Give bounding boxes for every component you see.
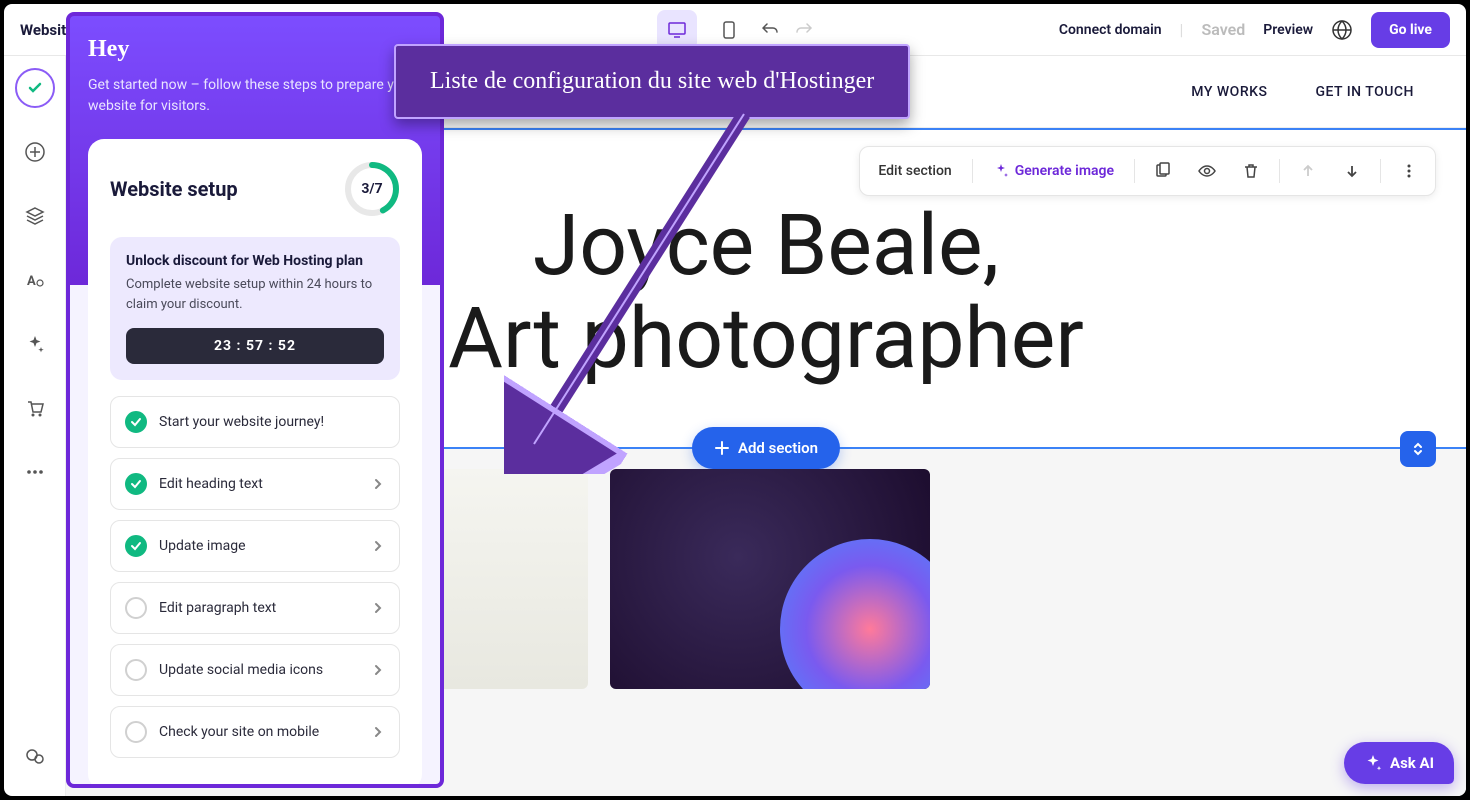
generate-image-button[interactable]: Generate image	[985, 157, 1122, 185]
annotation-callout: Liste de configuration du site web d'Hos…	[394, 44, 910, 119]
task-item-2[interactable]: Update image	[110, 520, 400, 572]
discount-subtitle: Complete website setup within 24 hours t…	[126, 275, 384, 314]
add-section-button[interactable]: Add section	[692, 427, 840, 469]
sidebar-ai-icon[interactable]	[15, 324, 55, 364]
setup-title: Website setup	[110, 177, 238, 201]
task-label: Edit heading text	[159, 476, 359, 492]
preview-button[interactable]: Preview	[1263, 22, 1313, 38]
task-item-3[interactable]: Edit paragraph text	[110, 582, 400, 634]
mobile-icon	[720, 20, 738, 40]
chevron-right-icon	[371, 725, 385, 739]
gallery-image-3[interactable]	[610, 469, 930, 689]
connect-domain-button[interactable]: Connect domain	[1059, 22, 1162, 38]
task-item-4[interactable]: Update social media icons	[110, 644, 400, 696]
task-label: Start your website journey!	[159, 414, 385, 430]
setup-panel: Hey Get started now – follow these steps…	[66, 12, 444, 788]
setup-card: Website setup 3/7 Unlock discount for We…	[88, 139, 422, 788]
discount-box: Unlock discount for Web Hosting plan Com…	[110, 237, 400, 380]
sidebar-more-icon[interactable]	[15, 452, 55, 492]
svg-text:A: A	[27, 274, 36, 289]
section-toolbar: Edit section Generate image	[859, 146, 1436, 196]
nav-my-works[interactable]: MY WORKS	[1191, 84, 1267, 100]
check-empty-icon	[125, 597, 147, 619]
task-item-1[interactable]: Edit heading text	[110, 458, 400, 510]
sidebar-style-icon[interactable]: A	[15, 260, 55, 300]
plus-icon	[714, 440, 730, 456]
sidebar-setup-icon[interactable]	[15, 68, 55, 108]
chevron-right-icon	[371, 539, 385, 553]
resize-icon	[1410, 441, 1426, 457]
chevron-right-icon	[371, 663, 385, 677]
left-sidebar: A	[4, 56, 66, 796]
more-options-icon[interactable]	[1393, 155, 1425, 187]
resize-handle[interactable]	[1400, 431, 1436, 467]
edit-section-button[interactable]: Edit section	[870, 157, 959, 185]
check-empty-icon	[125, 659, 147, 681]
task-label: Check your site on mobile	[159, 724, 359, 740]
desktop-icon	[667, 20, 687, 40]
move-down-icon[interactable]	[1336, 155, 1368, 187]
copy-icon[interactable]	[1147, 155, 1179, 187]
task-item-0[interactable]: Start your website journey!	[110, 396, 400, 448]
chevron-right-icon	[371, 477, 385, 491]
task-label: Update social media icons	[159, 662, 359, 678]
ai-sparkle-icon	[1364, 754, 1382, 772]
delete-icon[interactable]	[1235, 155, 1267, 187]
task-item-5[interactable]: Check your site on mobile	[110, 706, 400, 758]
sidebar-layers-icon[interactable]	[15, 196, 55, 236]
panel-greeting: Hey	[88, 36, 422, 63]
globe-icon[interactable]	[1331, 19, 1353, 41]
task-label: Edit paragraph text	[159, 600, 359, 616]
discount-title: Unlock discount for Web Hosting plan	[126, 253, 384, 269]
ask-ai-button[interactable]: Ask AI	[1344, 742, 1454, 784]
nav-get-in-touch[interactable]: GET IN TOUCH	[1315, 84, 1414, 100]
saved-status: Saved	[1201, 20, 1245, 39]
sparkle-icon	[993, 163, 1009, 179]
visibility-icon[interactable]	[1191, 155, 1223, 187]
sidebar-add-icon[interactable]	[15, 132, 55, 172]
progress-text: 3/7	[344, 161, 400, 217]
check-done-icon	[125, 535, 147, 557]
panel-subtitle: Get started now – follow these steps to …	[88, 75, 422, 117]
sidebar-help-icon[interactable]	[15, 736, 55, 776]
chevron-right-icon	[371, 601, 385, 615]
task-label: Update image	[159, 538, 359, 554]
sidebar-store-icon[interactable]	[15, 388, 55, 428]
move-up-icon	[1292, 155, 1324, 187]
undo-icon[interactable]	[761, 20, 781, 40]
check-empty-icon	[125, 721, 147, 743]
redo-icon[interactable]	[793, 20, 813, 40]
check-done-icon	[125, 411, 147, 433]
go-live-button[interactable]: Go live	[1371, 12, 1450, 48]
countdown-timer: 23 : 57 : 52	[126, 328, 384, 364]
progress-ring: 3/7	[344, 161, 400, 217]
check-done-icon	[125, 473, 147, 495]
